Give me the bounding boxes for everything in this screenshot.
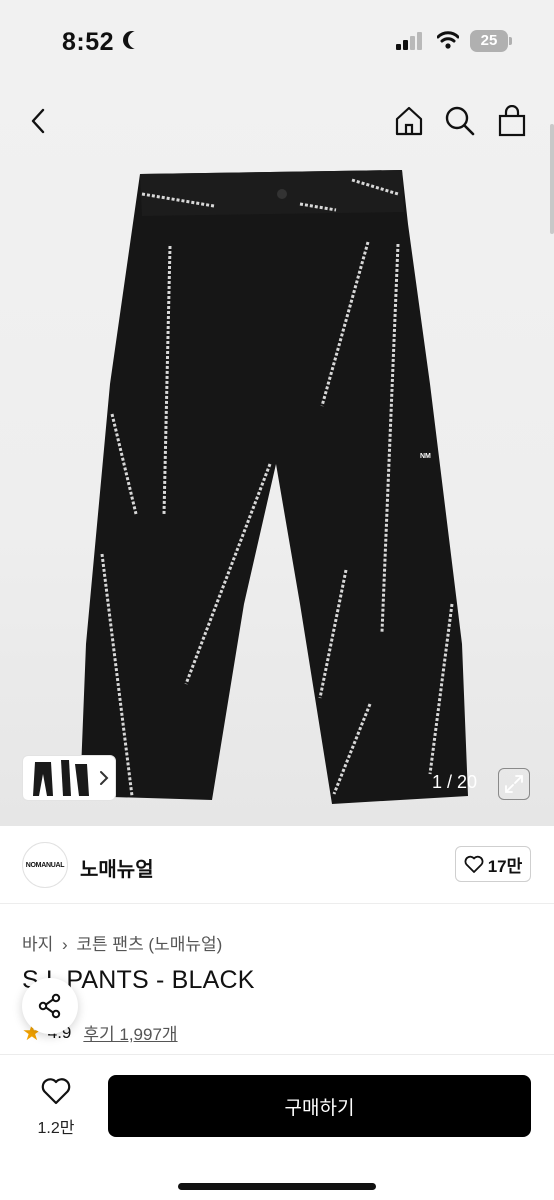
buy-button[interactable]: 구매하기 [108, 1075, 531, 1137]
heart-icon [41, 1078, 71, 1105]
home-button[interactable] [392, 104, 426, 138]
brand-row: NOMANUAL 노매뉴얼 17만 [0, 826, 554, 904]
brand-name[interactable]: 노매뉴얼 [80, 853, 154, 882]
status-bar: 8:52 25 [0, 0, 554, 84]
product-image: NM [80, 170, 468, 804]
back-button[interactable] [22, 104, 56, 138]
wifi-icon [437, 31, 459, 49]
battery-tip [509, 37, 512, 45]
heart-icon [464, 855, 484, 873]
cellular-signal-icon [396, 32, 426, 50]
product-image-gallery[interactable]: NM 1 / 20 [0, 84, 554, 826]
wishlist-count: 1.2만 [37, 1120, 75, 1137]
search-button[interactable] [443, 104, 477, 138]
wishlist-button[interactable]: 1.2만 [26, 1077, 86, 1138]
share-button[interactable] [22, 978, 78, 1034]
battery-icon: 25 [470, 30, 508, 52]
search-icon [445, 106, 475, 136]
expand-icon [505, 775, 523, 793]
breadcrumb-level1[interactable]: 바지 [22, 935, 53, 954]
scroll-indicator [550, 124, 554, 234]
pants-logo-text: NM [420, 453, 431, 460]
thumbnail-strip[interactable] [22, 755, 116, 801]
brand-like-count: 17만 [487, 856, 523, 876]
breadcrumb: 바지 › 코튼 팬츠 (노매뉴얼) [22, 930, 222, 955]
shopping-bag-icon [498, 105, 526, 137]
image-counter: 1 / 20 [432, 772, 478, 792]
home-indicator [178, 1183, 376, 1190]
share-icon [38, 993, 61, 1019]
bottom-action-bar: 1.2만 구매하기 [0, 1054, 554, 1200]
chevron-right-icon: › [62, 935, 68, 954]
expand-button[interactable] [498, 768, 530, 800]
chevron-right-icon [100, 771, 109, 785]
brand-like-button[interactable]: 17만 [455, 846, 531, 882]
home-icon [395, 106, 423, 136]
brand-logo[interactable]: NOMANUAL [22, 842, 68, 888]
brand-logo-text: NOMANUAL [25, 861, 65, 869]
cart-button[interactable] [495, 104, 529, 138]
breadcrumb-level2[interactable]: 코튼 팬츠 (노매뉴얼) [76, 935, 222, 954]
thumbnail-images [33, 760, 89, 796]
review-link[interactable]: 후기 1,997개 [83, 1020, 177, 1045]
chevron-left-icon [31, 108, 45, 134]
status-time: 8:52 [62, 28, 115, 56]
moon-icon [128, 31, 146, 49]
